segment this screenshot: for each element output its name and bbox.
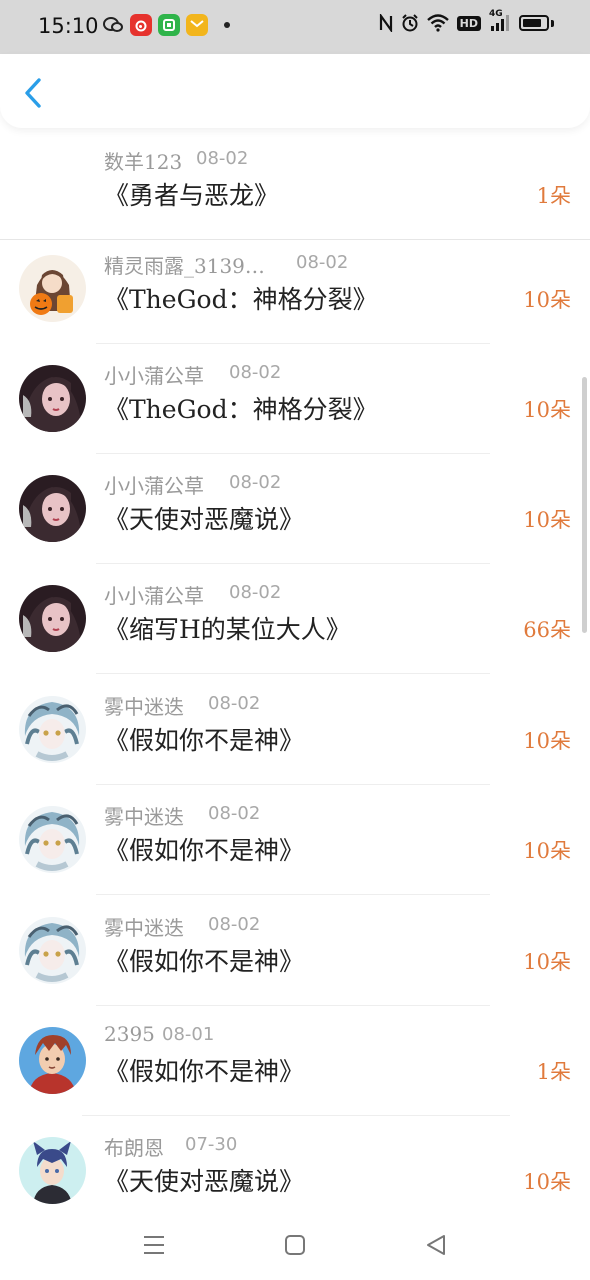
flower-count: 10朵 xyxy=(523,1170,571,1194)
list-item[interactable]: 雾中迷迭 08-02 《假如你不是神》 10朵 xyxy=(0,896,590,1006)
user-name[interactable]: 数羊123 xyxy=(104,146,182,175)
work-title[interactable]: 《天使对恶魔说》 xyxy=(104,500,304,536)
user-name[interactable]: 雾中迷迭 xyxy=(104,691,184,720)
avatar[interactable] xyxy=(19,475,86,542)
status-time: 15:10 xyxy=(38,14,99,38)
battery-icon xyxy=(519,15,549,31)
gift-list: 数羊123 08-02 《勇者与恶龙》 1朵 精灵雨露_3139… 08-02 … xyxy=(0,130,590,1208)
flower-count: 10朵 xyxy=(523,288,571,312)
back-triangle-icon xyxy=(427,1235,445,1255)
nfc-icon xyxy=(379,14,393,32)
hd-icon: HD xyxy=(456,15,481,31)
date: 08-01 xyxy=(162,1024,215,1045)
work-title[interactable]: 《TheGod：神格分裂》 xyxy=(104,280,378,316)
status-bar: 15:10 HD 4G xyxy=(0,0,590,54)
date: 08-02 xyxy=(229,362,282,383)
user-name[interactable]: 2395 xyxy=(104,1022,155,1046)
flower-count: 1朵 xyxy=(536,184,571,208)
notification-dot xyxy=(224,22,230,28)
user-name[interactable]: 雾中迷迭 xyxy=(104,912,184,941)
date: 08-02 xyxy=(208,914,261,935)
date: 08-02 xyxy=(229,472,282,493)
signal-4g-icon: 4G xyxy=(489,9,511,32)
date: 08-02 xyxy=(229,582,282,603)
flower-count: 10朵 xyxy=(523,729,571,753)
screen: 15:10 HD 4G 数羊123 08-02 《勇者与恶龙》 1朵 精灵雨露_… xyxy=(0,0,590,1280)
work-title[interactable]: 《TheGod：神格分裂》 xyxy=(104,390,378,426)
status-right-icons: HD 4G xyxy=(379,9,554,32)
avatar[interactable] xyxy=(19,1137,86,1204)
work-title[interactable]: 《假如你不是神》 xyxy=(104,831,304,867)
list-item[interactable]: 小小蒲公草 08-02 《TheGod：神格分裂》 10朵 xyxy=(0,344,590,454)
back-button[interactable] xyxy=(16,76,50,110)
user-name[interactable]: 精灵雨露_3139… xyxy=(104,250,265,279)
divider xyxy=(96,894,490,895)
avatar[interactable] xyxy=(19,806,86,873)
flower-count: 10朵 xyxy=(523,839,571,863)
work-title[interactable]: 《勇者与恶龙》 xyxy=(104,176,279,212)
list-item[interactable]: 小小蒲公草 08-02 《缩写H的某位大人》 66朵 xyxy=(0,564,590,674)
work-title[interactable]: 《假如你不是神》 xyxy=(104,721,304,757)
mail-icon xyxy=(186,14,208,36)
date: 07-30 xyxy=(185,1134,238,1155)
list-item[interactable]: 雾中迷迭 08-02 《假如你不是神》 10朵 xyxy=(0,785,590,895)
list-item[interactable]: 布朗恩 07-30 《天使对恶魔说》 10朵 xyxy=(0,1116,590,1208)
flower-count: 66朵 xyxy=(523,618,571,642)
user-name[interactable]: 小小蒲公草 xyxy=(104,470,204,499)
user-name[interactable]: 布朗恩 xyxy=(104,1132,164,1161)
flower-count: 1朵 xyxy=(536,1060,571,1084)
header xyxy=(0,54,590,128)
date: 08-02 xyxy=(196,148,249,169)
wifi-icon xyxy=(426,14,449,32)
work-title[interactable]: 《天使对恶魔说》 xyxy=(104,1162,304,1198)
user-name[interactable]: 雾中迷迭 xyxy=(104,801,184,830)
flower-count: 10朵 xyxy=(523,508,571,532)
menu-icon xyxy=(144,1236,164,1254)
chevron-left-icon xyxy=(25,78,41,108)
date: 08-02 xyxy=(208,803,261,824)
weibo-icon xyxy=(130,14,152,36)
avatar[interactable] xyxy=(19,1027,86,1094)
list-item[interactable]: 精灵雨露_3139… 08-02 《TheGod：神格分裂》 10朵 xyxy=(0,234,590,344)
home-button[interactable] xyxy=(280,1230,310,1260)
avatar[interactable] xyxy=(19,365,86,432)
date: 08-02 xyxy=(208,693,261,714)
list-item[interactable]: 雾中迷迭 08-02 《假如你不是神》 10朵 xyxy=(0,675,590,785)
avatar[interactable] xyxy=(19,585,86,652)
phone-manager-icon xyxy=(158,14,180,36)
user-name[interactable]: 小小蒲公草 xyxy=(104,360,204,389)
work-title[interactable]: 《假如你不是神》 xyxy=(104,1052,304,1088)
list-item[interactable]: 数羊123 08-02 《勇者与恶龙》 1朵 xyxy=(0,130,590,240)
date: 08-02 xyxy=(296,252,349,273)
avatar[interactable] xyxy=(19,696,86,763)
status-left-icons xyxy=(102,14,230,36)
avatar[interactable] xyxy=(19,255,86,322)
work-title[interactable]: 《假如你不是神》 xyxy=(104,942,304,978)
system-nav-bar xyxy=(0,1208,590,1280)
list-item[interactable]: 2395 08-01 《假如你不是神》 1朵 xyxy=(0,1006,590,1116)
scrollbar[interactable] xyxy=(582,377,587,633)
wechat-icon xyxy=(102,14,124,36)
divider xyxy=(96,673,490,674)
home-square-icon xyxy=(285,1235,305,1255)
flower-count: 10朵 xyxy=(523,398,571,422)
user-name[interactable]: 小小蒲公草 xyxy=(104,580,204,609)
back-nav-button[interactable] xyxy=(421,1230,451,1260)
flower-count: 10朵 xyxy=(523,950,571,974)
network-label: 4G xyxy=(489,9,503,19)
alarm-icon xyxy=(401,14,419,32)
battery-tip xyxy=(551,19,554,27)
avatar[interactable] xyxy=(19,917,86,984)
menu-button[interactable] xyxy=(139,1230,169,1260)
work-title[interactable]: 《缩写H的某位大人》 xyxy=(104,610,351,646)
list-item[interactable]: 小小蒲公草 08-02 《天使对恶魔说》 10朵 xyxy=(0,454,590,564)
